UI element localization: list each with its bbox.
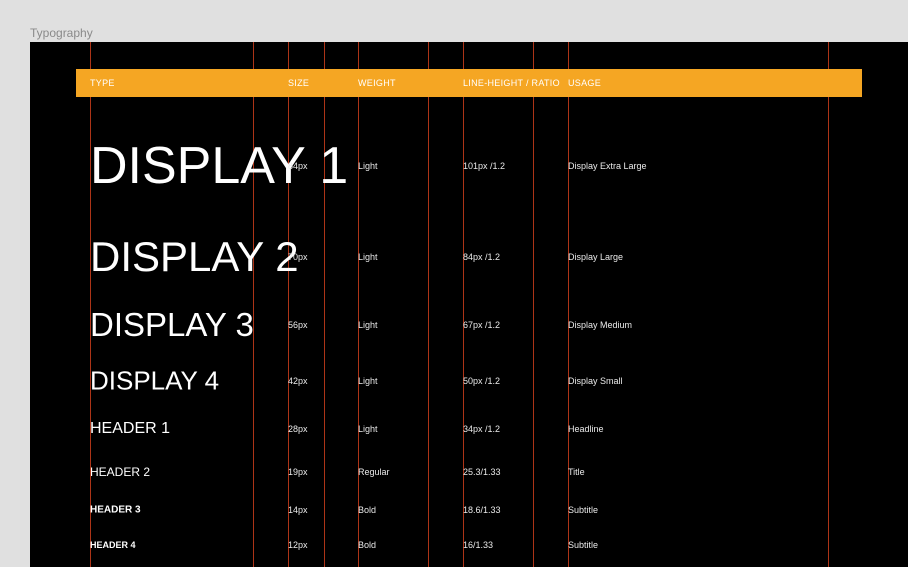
cell-usage: Display Extra Large: [568, 161, 647, 171]
cell-usage: Title: [568, 467, 585, 477]
sample-text: Header 4: [90, 540, 136, 550]
cell-size: 12px: [288, 540, 308, 550]
cell-lh: 50px /1.2: [463, 376, 500, 386]
cell-usage: Display Large: [568, 252, 623, 262]
design-frame: Typography TYPE SIZE WEIGHT LINE-HEIGHT …: [30, 26, 908, 565]
cell-size: 19px: [288, 467, 308, 477]
cell-usage: Subtitle: [568, 505, 598, 515]
sample-text: DISPLAY 4: [90, 366, 219, 397]
table-row: HEADER 3 14px Bold 18.6/1.33 Subtitle: [30, 492, 908, 528]
sample-text: HEADER 2: [90, 465, 150, 479]
col-header-lineheight: LINE-HEIGHT / RATIO: [463, 78, 560, 88]
sample-text: HEADER 1: [90, 420, 170, 438]
sample-text: HEADER 3: [90, 505, 141, 516]
sample-text: DISPLAY 1: [90, 136, 348, 196]
cell-lh: 25.3/1.33: [463, 467, 501, 477]
col-header-size: SIZE: [288, 78, 309, 88]
cell-lh: 84px /1.2: [463, 252, 500, 262]
cell-size: 28px: [288, 424, 308, 434]
table-row: DISPLAY 4 42px Light 50px /1.2 Display S…: [30, 356, 908, 406]
cell-lh: 67px /1.2: [463, 320, 500, 330]
table-row: HEADER 1 28px Light 34px /1.2 Headline: [30, 406, 908, 452]
cell-lh: 34px /1.2: [463, 424, 500, 434]
table-header-row: TYPE SIZE WEIGHT LINE-HEIGHT / RATIO USA…: [76, 69, 862, 97]
cell-weight: Bold: [358, 505, 376, 515]
cell-weight: Bold: [358, 540, 376, 550]
table-row: HEADER 2 19px Regular 25.3/1.33 Title: [30, 452, 908, 492]
cell-weight: Light: [358, 320, 378, 330]
cell-lh: 16/1.33: [463, 540, 493, 550]
col-header-weight: WEIGHT: [358, 78, 396, 88]
table-row: DISPLAY 1 84px Light 101px /1.2 Display …: [30, 112, 908, 220]
table-row: DISPLAY 2 70px Light 84px /1.2 Display L…: [30, 220, 908, 294]
cell-size: 14px: [288, 505, 308, 515]
col-header-usage: USAGE: [568, 78, 601, 88]
cell-weight: Regular: [358, 467, 390, 477]
cell-size: 70px: [288, 252, 308, 262]
cell-usage: Subtitle: [568, 540, 598, 550]
col-header-type: TYPE: [90, 78, 115, 88]
cell-lh: 101px /1.2: [463, 161, 505, 171]
typography-spec-canvas: TYPE SIZE WEIGHT LINE-HEIGHT / RATIO USA…: [30, 42, 908, 567]
cell-usage: Headline: [568, 424, 604, 434]
cell-weight: Light: [358, 252, 378, 262]
cell-usage: Display Small: [568, 376, 623, 386]
cell-size: 56px: [288, 320, 308, 330]
cell-weight: Light: [358, 161, 378, 171]
cell-weight: Light: [358, 424, 378, 434]
table-body: DISPLAY 1 84px Light 101px /1.2 Display …: [30, 112, 908, 567]
table-row: Header 4 12px Bold 16/1.33 Subtitle: [30, 528, 908, 562]
sample-text: DISPLAY 3: [90, 306, 254, 344]
sample-text: DISPLAY 2: [90, 233, 299, 281]
cell-usage: Display Medium: [568, 320, 632, 330]
cell-lh: 18.6/1.33: [463, 505, 501, 515]
cell-size: 84px: [288, 161, 308, 171]
page-title: Typography: [30, 26, 908, 40]
cell-weight: Light: [358, 376, 378, 386]
table-row: DISPLAY 3 56px Light 67px /1.2 Display M…: [30, 294, 908, 356]
cell-size: 42px: [288, 376, 308, 386]
